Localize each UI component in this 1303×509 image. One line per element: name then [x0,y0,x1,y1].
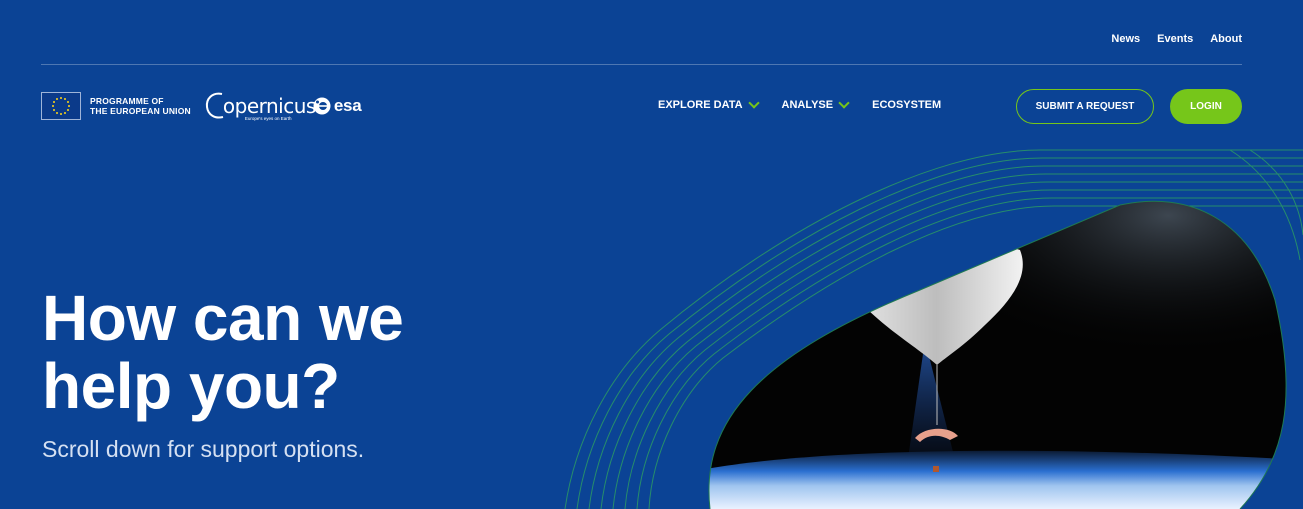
main-nav: EXPLORE DATA ANALYSE ECOSYSTEM [658,97,941,111]
hero-artwork [564,149,1303,509]
esa-logo[interactable]: esa [313,96,362,116]
eu-programme-line1: PROGRAMME OF [90,96,164,106]
events-link[interactable]: Events [1157,33,1193,45]
nav-ecosystem-label: ECOSYSTEM [872,99,942,111]
nav-explore-data[interactable]: EXPLORE DATA [658,97,760,111]
news-link[interactable]: News [1111,33,1140,45]
nav-ecosystem[interactable]: ECOSYSTEM [872,99,941,111]
submit-request-button[interactable]: SUBMIT A REQUEST [1016,89,1154,124]
eu-flag-icon [41,92,81,120]
nav-explore-data-label: EXPLORE DATA [658,99,743,111]
chevron-down-icon [838,97,850,109]
header-divider [41,64,1242,65]
nav-analyse[interactable]: ANALYSE [781,97,850,111]
hero-subtitle: Scroll down for support options. [42,436,365,462]
esa-wordmark: esa [333,96,362,115]
utility-nav: News Events About [1111,33,1242,45]
about-link[interactable]: About [1210,33,1242,45]
hero-title: How can we help you? [42,282,404,422]
partner-logos: PROGRAMME OF THE EUROPEAN UNION opernicu… [41,89,362,123]
chevron-down-icon [747,97,760,109]
nav-analyse-label: ANALYSE [781,99,834,111]
login-button[interactable]: LOGIN [1170,89,1242,124]
copernicus-tagline: Europe's eyes on Earth [244,116,292,121]
eu-programme-label: PROGRAMME OF THE EUROPEAN UNION [90,96,191,116]
eu-programme-line2: THE EUROPEAN UNION [90,106,191,116]
copernicus-logo[interactable]: opernicus Europe's eyes on Earth [205,89,316,123]
